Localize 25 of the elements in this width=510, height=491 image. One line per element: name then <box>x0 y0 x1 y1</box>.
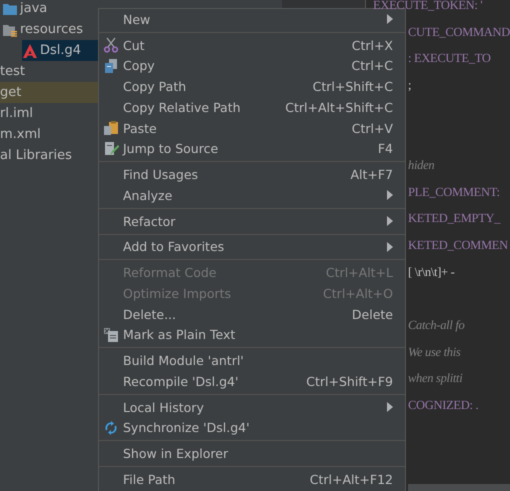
shortcut-label: Ctrl+V <box>352 120 393 136</box>
code-line: ; <box>408 78 412 93</box>
shortcut-label: Delete <box>352 306 393 322</box>
shortcut-label: Ctrl+C <box>352 58 393 74</box>
code-line: hiden <box>408 158 434 173</box>
code-line: CUTE_COMMAND <box>408 24 510 40</box>
shortcut-label: Ctrl+Alt+Shift+C <box>285 100 393 115</box>
code-line: We use this <box>408 344 460 360</box>
code-line: [ \r\n\t]+ - <box>408 264 454 280</box>
code-line: KETED_EMPTY_ <box>408 211 500 226</box>
code-line: PLE_COMMENT: <box>408 184 500 200</box>
code-line: Catch-all fo <box>408 318 464 334</box>
code-line: COGNIZED: . <box>408 398 478 414</box>
shortcut-label: Ctrl+Alt+O <box>323 286 393 301</box>
shortcut-label: Ctrl+Shift+C <box>312 79 393 94</box>
code-line: KETED_COMMEN <box>408 238 508 254</box>
shortcut-label: F4 <box>378 141 393 156</box>
shortcut-label: Ctrl+Shift+F9 <box>306 374 393 389</box>
shortcut-label: Ctrl+Alt+F12 <box>310 472 393 487</box>
code-line: when splitti <box>408 371 462 386</box>
code-line: EXECUTE_TOKEN: ' <box>373 0 482 13</box>
shortcut-label: Ctrl+Alt+L <box>326 265 393 280</box>
shortcut-label: Alt+F7 <box>350 167 393 182</box>
shortcut-label: Ctrl+X <box>352 38 393 53</box>
code-line: : EXECUTE_TO <box>408 51 491 66</box>
